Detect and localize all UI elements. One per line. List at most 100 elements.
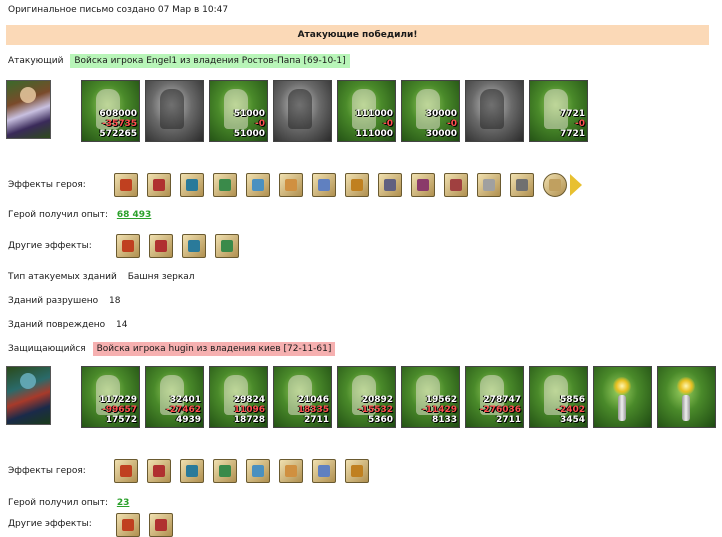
- attacker-unit-7[interactable]: 7721 -0 7721: [529, 80, 588, 142]
- attacker-unit-0[interactable]: 608000 -35735 572265: [81, 80, 140, 142]
- crossed-swords-icon[interactable]: [345, 459, 369, 483]
- unit-counts: 29824 11096 18728: [234, 395, 265, 425]
- attacker-unit-3[interactable]: [273, 80, 332, 142]
- unit-losses: -0: [255, 119, 265, 129]
- helmet-icon[interactable]: [411, 173, 435, 197]
- unit-count: 608000: [99, 109, 137, 119]
- unit-remaining: 18728: [233, 415, 265, 425]
- attacker-unit-5[interactable]: 30000 -0 30000: [401, 80, 460, 142]
- no-sword-icon[interactable]: [444, 173, 468, 197]
- unit-counts: 5856 -2402 3454: [556, 395, 585, 425]
- unit-counts: 111000 -0 111000: [355, 109, 393, 139]
- unit-losses: 11096: [233, 405, 265, 415]
- unit-losses: -99657: [101, 405, 137, 415]
- defender-unit-4[interactable]: 20892 -15532 5360: [337, 366, 396, 428]
- unit-losses: -0: [447, 119, 457, 129]
- attacker-row: Атакующий Войска игрока Engel1 из владен…: [8, 54, 350, 68]
- scroll-right-arrow-icon[interactable]: [570, 174, 582, 196]
- colors-icon[interactable]: [114, 173, 138, 197]
- attacker-exp-row: Герой получил опыт: 68 493: [8, 210, 151, 220]
- defender-badge[interactable]: Войска игрока hugin из владения киев [72…: [92, 342, 336, 356]
- unit-count: 117229: [99, 395, 137, 405]
- unit-count: 111000: [355, 109, 393, 119]
- defender-exp-value[interactable]: 23: [117, 498, 130, 508]
- shield-hand-icon[interactable]: [180, 459, 204, 483]
- dagger-icon[interactable]: [510, 173, 534, 197]
- defender-unit-5[interactable]: 19562 -11429 8133: [401, 366, 460, 428]
- unit-counts: 32401 -27462 4939: [166, 395, 201, 425]
- attacker-unit-6[interactable]: [465, 80, 524, 142]
- building-type-value: Башня зеркал: [127, 272, 195, 282]
- unit-figure-icon: [288, 89, 312, 129]
- destroyed-value: 18: [109, 296, 121, 306]
- attacker-exp-label: Герой получил опыт:: [8, 210, 108, 220]
- defender-label: Защищающийся: [8, 344, 86, 354]
- shield-hand-icon[interactable]: [213, 173, 237, 197]
- unit-losses: -35735: [101, 119, 137, 129]
- unit-count: 5856: [559, 395, 585, 405]
- tower-post-icon: [618, 395, 626, 421]
- axe-icon[interactable]: [116, 234, 140, 258]
- attacker-unit-1[interactable]: [145, 80, 204, 142]
- unit-losses: -276036: [479, 405, 521, 415]
- shield-icon[interactable]: [147, 459, 171, 483]
- totem-icon[interactable]: [116, 513, 140, 537]
- building-type-row: Тип атакуемых зданий Башня зеркал: [8, 272, 195, 282]
- sword-green-icon[interactable]: [149, 234, 173, 258]
- sword-blue-icon[interactable]: [182, 234, 206, 258]
- unit-losses: 18335: [297, 405, 329, 415]
- attacker-other-label: Другие эффекты:: [8, 241, 92, 251]
- defender-unit-9[interactable]: [657, 366, 716, 428]
- scroll-icon[interactable]: [477, 173, 501, 197]
- defender-unit-8[interactable]: [593, 366, 652, 428]
- fist-icon[interactable]: [312, 173, 336, 197]
- attacker-unit-2[interactable]: 51000 -0 51000: [209, 80, 268, 142]
- defender-exp-row: Герой получил опыт: 23: [8, 498, 129, 508]
- defender-unit-3[interactable]: 21046 18335 2711: [273, 366, 332, 428]
- defender-row: Защищающийся Войска игрока hugin из влад…: [8, 342, 336, 356]
- dice-icon[interactable]: [147, 173, 171, 197]
- unit-count: 19562: [425, 395, 457, 405]
- defender-unit-0[interactable]: 117229 -99657 17572: [81, 366, 140, 428]
- unit-losses: -11429: [421, 405, 457, 415]
- coins-icon[interactable]: [345, 173, 369, 197]
- unit-remaining: 111000: [355, 129, 393, 139]
- handshake-icon[interactable]: [279, 173, 303, 197]
- sword-cross-icon[interactable]: [215, 234, 239, 258]
- defender-unit-1[interactable]: 32401 -27462 4939: [145, 366, 204, 428]
- unit-count: 278747: [483, 395, 521, 405]
- defender-unit-7[interactable]: 5856 -2402 3454: [529, 366, 588, 428]
- created-text: Оригинальное письмо создано 07 Мар в 10:…: [8, 5, 229, 15]
- unit-figure-icon: [480, 89, 504, 129]
- unit-count: 32401: [169, 395, 201, 405]
- unit-remaining: 4939: [175, 415, 201, 425]
- armor-icon[interactable]: [246, 459, 270, 483]
- emblem-icon[interactable]: [312, 459, 336, 483]
- attacker-hero-portrait[interactable]: [6, 80, 51, 139]
- victory-banner: Атакующие победили!: [6, 25, 709, 45]
- bow-icon[interactable]: [279, 459, 303, 483]
- shield-icon[interactable]: [180, 173, 204, 197]
- fire-head-icon[interactable]: [149, 513, 173, 537]
- attacker-exp-value[interactable]: 68 493: [117, 210, 151, 220]
- dice-icon[interactable]: [114, 459, 138, 483]
- unit-counts: 7721 -0 7721: [560, 109, 585, 139]
- unit-count: 21046: [297, 395, 329, 405]
- sword-icon[interactable]: [246, 173, 270, 197]
- defender-hero-portrait[interactable]: [6, 366, 51, 425]
- round-shield-icon[interactable]: [543, 173, 567, 197]
- unit-losses: -15532: [357, 405, 393, 415]
- destroyed-row: Зданий разрушено 18: [8, 296, 121, 306]
- attacker-unit-4[interactable]: 111000 -0 111000: [337, 80, 396, 142]
- defender-unit-6[interactable]: 278747 -276036 2711: [465, 366, 524, 428]
- unit-remaining: 2711: [303, 415, 329, 425]
- attacker-badge[interactable]: Войска игрока Engel1 из владения Ростов-…: [70, 54, 350, 68]
- damaged-row: Зданий повреждено 14: [8, 320, 127, 330]
- unit-remaining: 17572: [105, 415, 137, 425]
- unit-losses: -2402: [556, 405, 585, 415]
- unit-count: 20892: [361, 395, 393, 405]
- spider-icon[interactable]: [213, 459, 237, 483]
- unit-remaining: 2711: [495, 415, 521, 425]
- defender-unit-2[interactable]: 29824 11096 18728: [209, 366, 268, 428]
- armor-icon[interactable]: [378, 173, 402, 197]
